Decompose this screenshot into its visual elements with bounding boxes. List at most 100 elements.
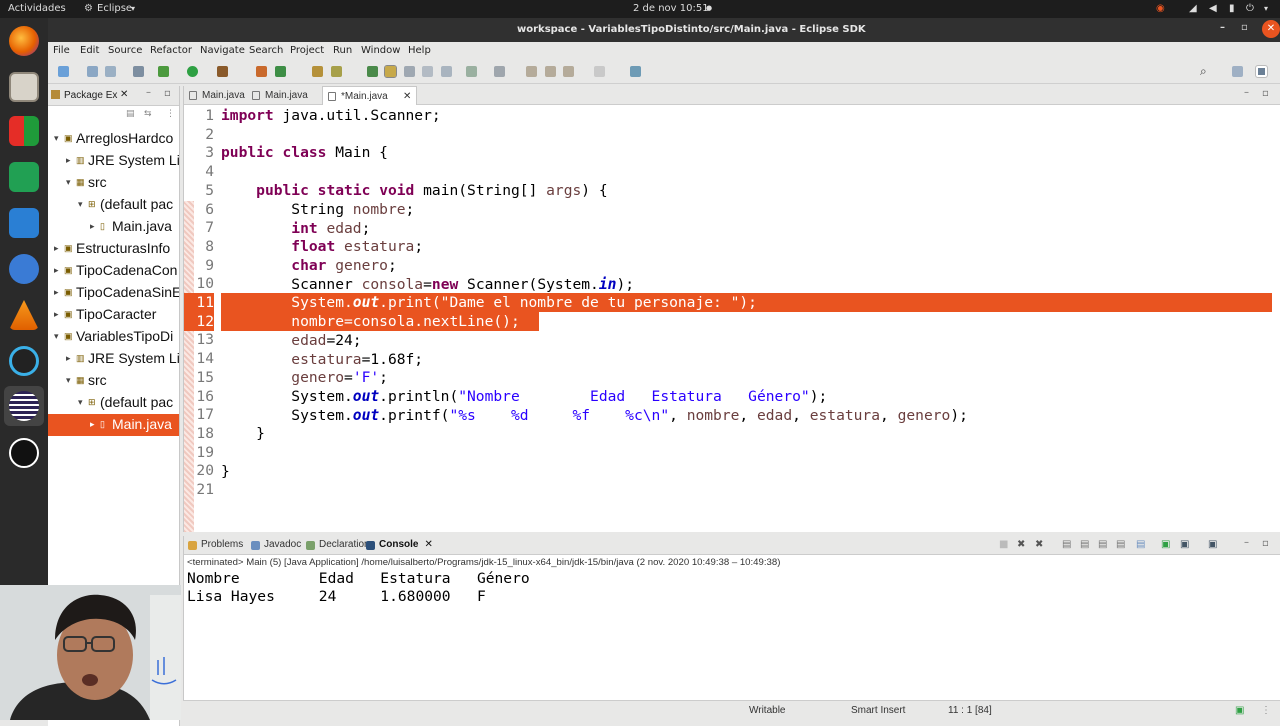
- tree-item[interactable]: ▸ ▣ TipoCaracter: [48, 304, 179, 326]
- minimize-icon[interactable]: –: [1244, 87, 1249, 98]
- menu-navigate[interactable]: Navigate: [200, 45, 245, 56]
- clear-console-icon[interactable]: ▤: [1062, 539, 1071, 550]
- annotation-icon[interactable]: [384, 65, 397, 78]
- package-explorer-title[interactable]: Package Ex: [64, 90, 117, 101]
- tree-item[interactable]: ▾ ▣ VariablesTipoDi: [48, 326, 179, 348]
- atom-icon[interactable]: [9, 346, 39, 376]
- collapsed-arrow-icon[interactable]: ▸: [54, 243, 59, 254]
- close-tab-icon[interactable]: ✕: [424, 539, 432, 550]
- expanded-arrow-icon[interactable]: ▾: [66, 177, 71, 188]
- open-type-icon[interactable]: [312, 66, 323, 77]
- vlc-icon[interactable]: [9, 300, 39, 330]
- volume-icon[interactable]: ◀: [1209, 3, 1217, 14]
- pin-console-icon[interactable]: ▣: [1161, 539, 1170, 550]
- collapsed-arrow-icon[interactable]: ▸: [66, 155, 71, 166]
- text-editor-icon[interactable]: [9, 208, 39, 238]
- new-package-icon[interactable]: [275, 66, 286, 77]
- show-whitespace-icon[interactable]: [422, 66, 433, 77]
- forward-icon[interactable]: [563, 66, 574, 77]
- wifi-icon[interactable]: ◢: [1189, 3, 1197, 14]
- cursor-position[interactable]: 11 : 1 [84]: [948, 705, 992, 716]
- save-all-icon[interactable]: [105, 66, 116, 77]
- expanded-arrow-icon[interactable]: ▾: [66, 375, 71, 386]
- tree-item[interactable]: ▸ ▣ TipoCadenaSinE: [48, 282, 179, 304]
- menu-window[interactable]: Window: [361, 45, 400, 56]
- spreadsheet-icon[interactable]: [9, 162, 39, 192]
- run-icon[interactable]: [187, 66, 198, 77]
- tab-console[interactable]: Console ✕: [366, 539, 433, 550]
- menu-search[interactable]: Search: [249, 45, 283, 56]
- debug-icon[interactable]: [158, 66, 169, 77]
- maximize-icon[interactable]: ▫: [1262, 538, 1269, 549]
- maximize-icon[interactable]: ▫: [1262, 88, 1269, 99]
- block-selection-icon[interactable]: [404, 66, 415, 77]
- menu-file[interactable]: File: [53, 45, 70, 56]
- expanded-arrow-icon[interactable]: ▾: [78, 199, 83, 210]
- last-edit-icon[interactable]: [526, 66, 537, 77]
- collapsed-arrow-icon[interactable]: ▸: [90, 419, 95, 430]
- maximize-icon[interactable]: ▫: [164, 88, 171, 99]
- collapsed-arrow-icon[interactable]: ▸: [54, 265, 59, 276]
- search-icon[interactable]: ⌕: [1200, 64, 1207, 79]
- activities-button[interactable]: Actividades: [8, 3, 66, 14]
- pin-icon[interactable]: [441, 66, 452, 77]
- scroll-lock-icon[interactable]: ▤: [1080, 539, 1089, 550]
- skip-breakpoints-icon[interactable]: [133, 66, 144, 77]
- java-perspective-icon[interactable]: [1255, 65, 1268, 78]
- minimize-icon[interactable]: –: [146, 87, 151, 98]
- close-tab-icon[interactable]: ✕: [403, 91, 411, 102]
- show-stderr-icon[interactable]: ▤: [1136, 539, 1145, 550]
- view-menu-icon[interactable]: ⋮: [166, 109, 175, 119]
- collapsed-arrow-icon[interactable]: ▸: [54, 309, 59, 320]
- tab-problems[interactable]: Problems: [188, 539, 243, 550]
- menu-icon[interactable]: ⋮: [1261, 705, 1271, 716]
- tree-item[interactable]: ▾ ⊞ (default pac: [48, 194, 179, 216]
- tree-item[interactable]: ▾ ⊞ (default pac: [48, 392, 179, 414]
- save-icon[interactable]: [87, 66, 98, 77]
- collapsed-arrow-icon[interactable]: ▸: [90, 221, 95, 232]
- tree-item[interactable]: ▾ ▦ src: [48, 172, 179, 194]
- menu-source[interactable]: Source: [108, 45, 142, 56]
- clock[interactable]: 2 de nov 10:51: [633, 3, 709, 14]
- close-icon[interactable]: ✕: [1262, 20, 1280, 38]
- app-menu[interactable]: Eclipse: [97, 3, 132, 14]
- toggle-mark-icon[interactable]: [367, 66, 378, 77]
- code-area[interactable]: 1 2 3 4 5 6 7 8 9 10 11 12 13 14 15 16 17 18 19 20 21 import…: [184, 105, 1280, 532]
- collapse-all-icon[interactable]: ▤: [126, 109, 135, 119]
- open-console-icon[interactable]: ▣: [1208, 539, 1217, 550]
- tree-item[interactable]: ▾ ▣ ArreglosHardco: [48, 128, 179, 150]
- new-java-project-icon[interactable]: [256, 66, 267, 77]
- open-perspective-icon[interactable]: [630, 66, 641, 77]
- editor-tab-active[interactable]: *Main.java ✕: [322, 86, 417, 105]
- menu-project[interactable]: Project: [290, 45, 324, 56]
- power-icon[interactable]: ⏻: [1246, 3, 1254, 14]
- menu-edit[interactable]: Edit: [80, 45, 99, 56]
- expanded-arrow-icon[interactable]: ▾: [54, 331, 59, 342]
- forward-disabled-icon[interactable]: [594, 66, 605, 77]
- firefox-icon[interactable]: [9, 26, 39, 56]
- word-wrap-icon[interactable]: ▤: [1098, 539, 1107, 550]
- tree-item[interactable]: ▸ ▯ Main.java: [48, 216, 179, 238]
- terminate-icon[interactable]: ■: [999, 539, 1008, 550]
- minimize-icon[interactable]: –: [1244, 537, 1249, 548]
- remove-launch-icon[interactable]: ✖: [1017, 539, 1025, 550]
- editor-tab[interactable]: Main.java: [247, 86, 322, 105]
- next-annotation-icon[interactable]: [466, 66, 477, 77]
- progress-icon[interactable]: ▣: [1235, 705, 1244, 716]
- maximize-icon[interactable]: ▫: [1241, 22, 1248, 33]
- menu-refactor[interactable]: Refactor: [150, 45, 192, 56]
- obs-icon[interactable]: [9, 438, 39, 468]
- menu-run[interactable]: Run: [333, 45, 352, 56]
- prev-annotation-icon[interactable]: [494, 66, 505, 77]
- collapsed-arrow-icon[interactable]: ▸: [54, 287, 59, 298]
- back-icon[interactable]: [545, 66, 556, 77]
- search-tool-icon[interactable]: [331, 66, 342, 77]
- display-console-icon[interactable]: ▣: [1180, 539, 1189, 550]
- app-grid-red-green-icon[interactable]: [9, 116, 39, 146]
- insert-mode-status[interactable]: Smart Insert: [851, 705, 905, 716]
- tree-item[interactable]: ▸ ▣ TipoCadenaCon: [48, 260, 179, 282]
- files-icon[interactable]: [9, 72, 39, 102]
- collapsed-arrow-icon[interactable]: ▸: [66, 353, 71, 364]
- tree-item[interactable]: ▸ ▯ Main.java: [48, 414, 179, 436]
- expanded-arrow-icon[interactable]: ▾: [78, 397, 83, 408]
